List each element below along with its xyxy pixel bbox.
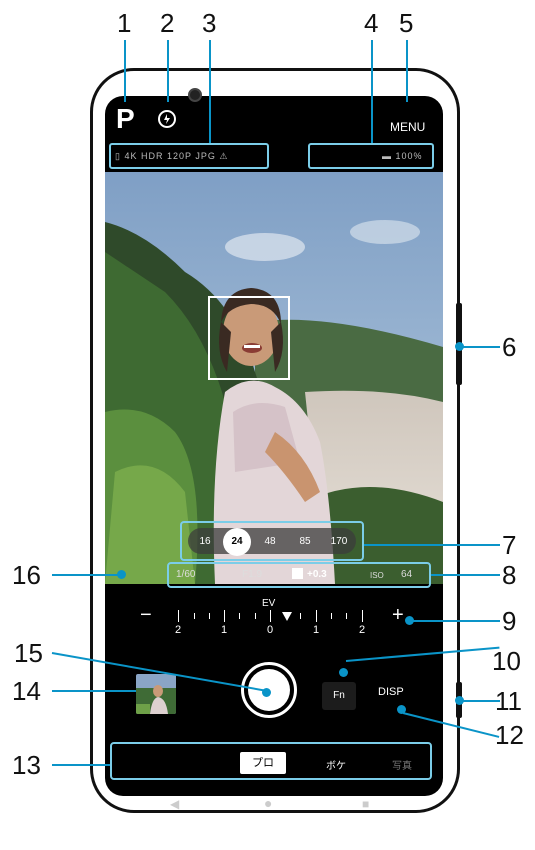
- callout-line-13: [52, 764, 110, 766]
- callout-number-12: 12: [495, 720, 524, 750]
- callout-dot-11: [455, 696, 464, 705]
- nav-home-button[interactable]: ●: [264, 795, 272, 811]
- menu-button[interactable]: MENU: [390, 120, 425, 134]
- zoom-option[interactable]: 48: [255, 536, 285, 547]
- callout-number-7: 7: [502, 530, 517, 560]
- callout-line-8: [431, 574, 500, 576]
- callout-line-6: [458, 346, 500, 348]
- callout-line-11: [460, 700, 500, 702]
- ev-pointer[interactable]: [282, 612, 292, 621]
- exposure-icon: [292, 568, 303, 579]
- callout-number-5: 5: [399, 8, 414, 38]
- mode-tab[interactable]: ボケ: [326, 757, 346, 772]
- callout-number-2: 2: [160, 8, 175, 38]
- callout-number-14: 14: [12, 676, 41, 706]
- callout-line-2: [167, 40, 169, 102]
- callout-dot-12: [397, 705, 406, 714]
- callout-dot-15: [262, 688, 271, 697]
- callout-number-4: 4: [364, 8, 379, 38]
- callout-number-11: 11: [495, 686, 522, 716]
- mode-tab-selected[interactable]: プロ: [240, 752, 286, 774]
- callout-line-4: [371, 40, 373, 143]
- callout-line-14: [52, 690, 136, 692]
- fn-button[interactable]: Fn: [322, 682, 356, 710]
- ev-scale-number: 0: [266, 624, 274, 636]
- zoom-option[interactable]: 85: [290, 536, 320, 547]
- callout-number-6: 6: [502, 332, 517, 362]
- iso-value: 64: [401, 569, 413, 580]
- ev-scale-number: 1: [220, 624, 228, 636]
- exposure-value: +0.3: [307, 569, 327, 580]
- ev-decrease-button[interactable]: −: [140, 604, 152, 627]
- nav-back-button[interactable]: ◀: [170, 797, 179, 811]
- shooting-mode-indicator[interactable]: P: [116, 103, 135, 135]
- flash-icon[interactable]: [158, 110, 176, 128]
- ev-scale-number: 1: [312, 624, 320, 636]
- callout-number-3: 3: [202, 8, 217, 38]
- callout-number-13: 13: [12, 750, 41, 780]
- status-indicators-right: ▬ 100%: [382, 151, 423, 161]
- zoom-option-selected[interactable]: 24: [223, 528, 251, 556]
- iso-label: ISO: [370, 571, 384, 580]
- callout-line-16: [52, 574, 120, 576]
- ev-label: EV: [262, 598, 276, 609]
- callout-number-16: 16: [12, 560, 41, 590]
- nav-recents-button[interactable]: ■: [362, 797, 369, 811]
- callout-line-1: [124, 40, 126, 102]
- callout-number-9: 9: [502, 606, 517, 636]
- callout-dot-10: [339, 668, 348, 677]
- aperture-value: F1.9: [242, 569, 263, 580]
- photo-thumbnail[interactable]: [136, 674, 176, 714]
- callout-dot-9: [405, 616, 414, 625]
- disp-button[interactable]: DISP: [378, 686, 404, 698]
- callout-number-8: 8: [502, 560, 517, 590]
- status-indicators-left: ▯ 4K HDR 120P JPG ⚠: [115, 151, 229, 161]
- ev-scale-number: 2: [358, 624, 366, 636]
- callout-dot-6: [455, 342, 464, 351]
- callout-number-1: 1: [117, 8, 132, 38]
- callout-number-15: 15: [14, 638, 43, 668]
- callout-line-3: [209, 40, 211, 143]
- callout-line-7: [364, 544, 500, 546]
- shutter-speed-value: 1/60: [176, 569, 196, 580]
- ev-increase-button[interactable]: +: [392, 604, 404, 627]
- zoom-option[interactable]: 170: [324, 536, 354, 547]
- callout-number-10: 10: [492, 646, 521, 676]
- zoom-option[interactable]: 16: [190, 536, 220, 547]
- callout-line-9: [408, 620, 500, 622]
- face-detection-frame: [208, 296, 290, 380]
- mode-tab[interactable]: 写真: [392, 757, 412, 772]
- front-camera: [188, 88, 202, 102]
- ev-scale-number: 2: [174, 624, 182, 636]
- callout-dot-16: [117, 570, 126, 579]
- callout-line-5: [406, 40, 408, 102]
